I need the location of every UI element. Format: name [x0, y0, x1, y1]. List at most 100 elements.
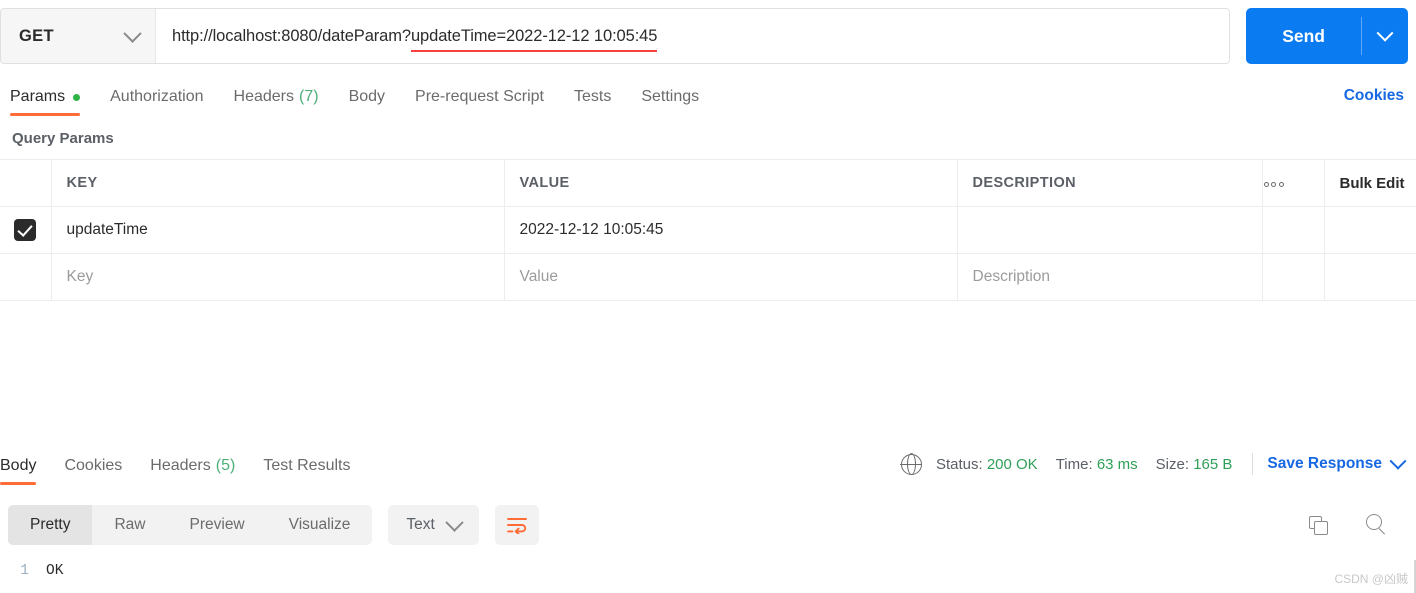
request-url-bar: GET http://localhost:8080/dateParam?upda…: [0, 8, 1416, 64]
copy-icon[interactable]: [1309, 515, 1328, 535]
row-key-cell[interactable]: updateTime: [51, 206, 505, 254]
view-raw-button[interactable]: Raw: [92, 505, 167, 545]
status-label: Status:: [935, 455, 983, 473]
response-tab-body[interactable]: Body: [0, 457, 37, 485]
bulk-edit-cell: Bulk Edit: [1324, 159, 1416, 207]
word-wrap-button[interactable]: [494, 505, 539, 545]
response-view-segmented-control: Pretty Raw Preview Visualize: [8, 505, 373, 545]
response-tabs: Body Cookies Headers (5) Test Results St…: [0, 445, 1416, 485]
line-number: 1: [20, 563, 29, 579]
params-modified-dot-icon: [73, 93, 81, 101]
tab-authorization[interactable]: Authorization: [110, 89, 203, 116]
row-checkbox-cell: [0, 206, 52, 254]
url-prefix: http://localhost:8080/dateParam?: [172, 26, 411, 45]
row-description-cell[interactable]: [957, 206, 1263, 254]
new-param-description-input: Description: [972, 268, 1051, 285]
chevron-down-icon: [1376, 24, 1394, 42]
placeholder-key-cell[interactable]: Key: [51, 253, 505, 301]
tab-headers-count: (7): [299, 88, 319, 105]
line-content: OK: [46, 563, 64, 579]
tab-params-label: Params: [10, 88, 66, 105]
response-format-toolbar: Pretty Raw Preview Visualize Text: [0, 503, 1416, 547]
watermark: CSDN @凶贼: [1334, 572, 1408, 586]
url-text: http://localhost:8080/dateParam?updateTi…: [172, 27, 657, 46]
save-response-label: Save Response: [1267, 455, 1382, 472]
tab-tests-label: Tests: [573, 88, 612, 105]
response-actions: [1309, 514, 1408, 536]
row-options-cell: [1262, 206, 1325, 254]
placeholder-checkbox-cell: [0, 253, 52, 301]
request-tabs: Params Authorization Headers (7) Body Pr…: [0, 74, 1416, 116]
content-type-select[interactable]: Text: [388, 505, 479, 545]
row-checkbox-wrap: [1, 208, 50, 252]
response-body-viewer[interactable]: 1 OK: [0, 556, 1416, 593]
time-value: 63 ms: [1096, 455, 1138, 473]
tab-authorization-label: Authorization: [110, 88, 204, 105]
query-params-table: KEY VALUE DESCRIPTION Bulk Edit updateTi…: [0, 159, 1416, 301]
url-box: GET http://localhost:8080/dateParam?upda…: [0, 8, 1231, 64]
tab-pre-request-script-label: Pre-request Script: [415, 88, 544, 105]
header-value-label: VALUE: [519, 175, 570, 191]
search-icon[interactable]: [1366, 514, 1388, 536]
response-tab-test-results[interactable]: Test Results: [263, 458, 350, 485]
response-tab-cookies-label: Cookies: [64, 457, 123, 474]
tab-headers[interactable]: Headers (7): [234, 89, 319, 116]
chevron-down-icon: [445, 512, 464, 532]
placeholder-description-cell[interactable]: Description: [957, 253, 1263, 301]
header-description: DESCRIPTION: [957, 159, 1263, 207]
header-key: KEY: [51, 159, 505, 207]
view-pretty-button[interactable]: Pretty: [8, 505, 93, 545]
word-wrap-icon: [506, 518, 527, 534]
param-key-value: updateTime: [66, 221, 148, 238]
param-enabled-checkbox[interactable]: [14, 219, 37, 241]
header-value: VALUE: [504, 159, 958, 207]
send-options-button[interactable]: [1362, 8, 1408, 64]
tab-body-label: Body: [348, 88, 386, 105]
send-button-group: Send: [1246, 8, 1408, 64]
new-param-key-input: Key: [66, 268, 94, 285]
response-tab-cookies[interactable]: Cookies: [64, 458, 122, 485]
tab-params[interactable]: Params: [10, 88, 81, 116]
response-tab-test-results-label: Test Results: [263, 457, 351, 474]
size-value: 165 B: [1193, 455, 1233, 473]
table-row-placeholder: Key Value Description: [0, 253, 1416, 301]
response-tab-headers-count: (5): [215, 457, 236, 474]
tab-pre-request-script[interactable]: Pre-request Script: [415, 89, 544, 116]
chevron-down-icon: [1389, 452, 1407, 470]
bulk-edit-button[interactable]: Bulk Edit: [1326, 175, 1415, 192]
cookies-link[interactable]: Cookies: [1344, 87, 1404, 116]
tab-headers-label: Headers: [233, 88, 294, 105]
row-value-cell[interactable]: 2022-12-12 10:05:45: [504, 206, 958, 254]
status-divider: [1252, 453, 1254, 475]
more-options-icon: [1263, 182, 1284, 187]
tab-body[interactable]: Body: [349, 89, 385, 116]
query-params-title: Query Params: [12, 130, 114, 147]
http-method-label: GET: [19, 26, 54, 45]
view-visualize-button[interactable]: Visualize: [267, 505, 373, 545]
table-options-button[interactable]: [1262, 159, 1325, 207]
header-key-label: KEY: [66, 175, 98, 191]
view-preview-button[interactable]: Preview: [168, 505, 267, 545]
table-header-row: KEY VALUE DESCRIPTION Bulk Edit: [0, 159, 1416, 207]
status-value: 200 OK: [986, 455, 1038, 473]
table-row: updateTime 2022-12-12 10:05:45: [0, 206, 1416, 254]
response-tab-headers[interactable]: Headers (5): [150, 458, 235, 485]
response-status-group: Status: 200 OK Time: 63 ms Size: 165 B S…: [900, 452, 1408, 485]
tab-settings[interactable]: Settings: [641, 89, 699, 116]
http-method-select[interactable]: GET: [1, 9, 156, 63]
send-button[interactable]: Send: [1246, 8, 1361, 64]
tab-tests[interactable]: Tests: [574, 89, 611, 116]
save-response-button[interactable]: Save Response: [1267, 452, 1407, 473]
globe-icon: [900, 453, 923, 475]
placeholder-value-cell[interactable]: Value: [504, 253, 958, 301]
placeholder-options-cell: [1262, 253, 1325, 301]
response-tab-body-label: Body: [0, 457, 37, 474]
status-badge: Status: 200 OK: [936, 456, 1038, 473]
url-query-underlined: updateTime=2022-12-12 10:05:45: [410, 26, 658, 45]
content-type-label: Text: [406, 516, 435, 533]
url-input[interactable]: http://localhost:8080/dateParam?updateTi…: [156, 9, 1230, 63]
response-tab-headers-label: Headers: [150, 457, 211, 474]
row-extra-cell: [1324, 206, 1416, 254]
size-label: Size:: [1155, 455, 1190, 473]
placeholder-extra-cell: [1324, 253, 1416, 301]
